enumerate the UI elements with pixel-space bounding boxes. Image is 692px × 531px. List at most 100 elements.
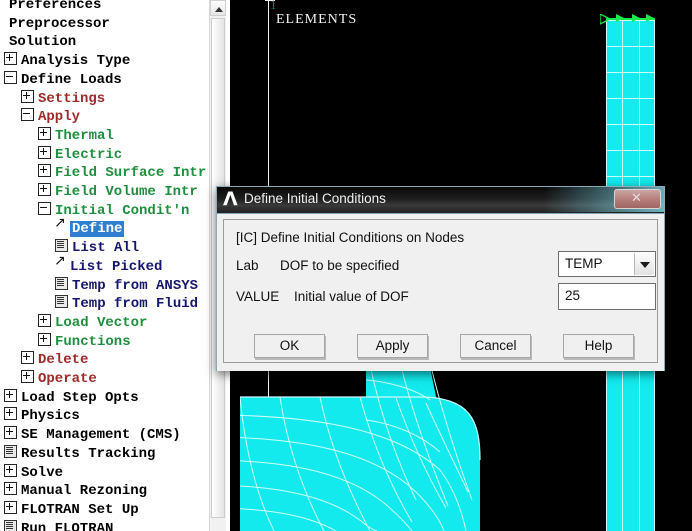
tree-item-analysis-type[interactable]: Analysis Type [4, 52, 130, 71]
tree-item-list-all[interactable]: List All [55, 239, 139, 258]
no-icon [0, 17, 5, 28]
list-dialog-icon [55, 277, 68, 290]
tree-item-flotran-set-up[interactable]: FLOTRAN Set Up [4, 501, 139, 520]
scroll-up-arrow-icon[interactable] [210, 0, 226, 16]
define-initial-conditions-dialog: Λ Define Initial Conditions [IC] Define … [216, 186, 665, 371]
tree-item-label: Electric [55, 147, 123, 163]
tree-item-field-surface-intr[interactable]: Field Surface Intr [38, 164, 206, 183]
tree-item-delete[interactable]: Delete [21, 351, 88, 370]
dialog-content-frame: [IC] Define Initial Conditions on Nodes … [223, 219, 658, 363]
tree-item-label: Load Step Opts [21, 390, 139, 406]
tree-list[interactable]: Preferences Preprocessor Solution Analysis … [0, 0, 208, 531]
expand-plus-icon[interactable] [38, 164, 51, 177]
ok-button[interactable]: OK [254, 334, 325, 358]
collapse-minus-icon[interactable] [38, 202, 51, 215]
list-dialog-icon [4, 445, 17, 458]
tree-item-electric[interactable]: Electric [38, 146, 122, 165]
tree-item-run-flotran[interactable]: Run FLOTRAN [4, 520, 113, 531]
expand-plus-icon[interactable] [38, 146, 51, 159]
lab-description-label: DOF to be specified [280, 258, 400, 273]
tree-item-temp-from-fluid[interactable]: Temp from Fluid [55, 295, 198, 314]
tree-item-label: Field Surface Intr [55, 165, 207, 181]
dof-select[interactable]: TEMP [558, 251, 656, 277]
expand-plus-icon[interactable] [4, 464, 17, 477]
tree-item-preprocessor[interactable]: Preprocessor [0, 15, 110, 34]
tree-item-define[interactable]: Define [54, 214, 125, 239]
expand-plus-icon[interactable] [4, 407, 17, 420]
close-icon[interactable] [614, 189, 661, 209]
initial-value-text: 25 [565, 288, 581, 303]
expand-plus-icon[interactable] [38, 314, 51, 327]
value-key-label: VALUE [236, 289, 280, 304]
value-description-label: Initial value of DOF [294, 289, 409, 304]
initial-value-input[interactable]: 25 [558, 283, 656, 310]
list-dialog-icon [55, 239, 68, 252]
tree-item-define-loads[interactable]: Define Loads [4, 71, 122, 90]
dialog-heading: [IC] Define Initial Conditions on Nodes [236, 230, 465, 245]
collapse-minus-icon[interactable] [21, 108, 34, 121]
tree-item-label: Manual Rezoning [21, 483, 148, 499]
picker-arrow-icon [54, 252, 66, 271]
tree-item-label: FLOTRAN Set Up [21, 502, 139, 518]
cancel-button[interactable]: Cancel [460, 334, 531, 358]
help-button[interactable]: Help [563, 334, 634, 358]
tree-item-label: Results Tracking [21, 446, 156, 462]
tree-item-manual-rezoning[interactable]: Manual Rezoning [4, 482, 147, 501]
tree-item-physics[interactable]: Physics [4, 407, 80, 426]
tree-item-results-tracking[interactable]: Results Tracking [4, 445, 155, 464]
tree-item-label: Load Vector [55, 315, 148, 331]
tree-item-list-picked[interactable]: List Picked [54, 252, 163, 277]
tree-item-label: List Picked [70, 259, 163, 275]
tree-item-field-volume-intr[interactable]: Field Volume Intr [38, 183, 198, 202]
expand-plus-icon[interactable] [4, 52, 17, 65]
collapse-minus-icon[interactable] [4, 71, 17, 84]
tree-item-label: SE Management (CMS) [21, 427, 181, 443]
list-dialog-icon [55, 295, 68, 308]
dof-select-value: TEMP [565, 256, 603, 271]
expand-plus-icon[interactable] [38, 183, 51, 196]
tree-item-load-vector[interactable]: Load Vector [38, 314, 147, 333]
expand-plus-icon[interactable] [21, 370, 34, 383]
tree-item-settings[interactable]: Settings [21, 90, 105, 109]
apply-button[interactable]: Apply [357, 334, 428, 358]
tree-item-label: Temp from Fluid [72, 296, 199, 312]
tree-item-label: List All [72, 240, 140, 256]
tree-item-label: Preprocessor [9, 16, 110, 32]
expand-plus-icon[interactable] [4, 426, 17, 439]
tree-item-functions[interactable]: Functions [38, 333, 131, 352]
dialog-body: [IC] Define Initial Conditions on Nodes … [217, 214, 664, 371]
tree-item-thermal[interactable]: Thermal [38, 127, 114, 146]
tree-item-solution[interactable]: Solution [0, 33, 76, 52]
chevron-down-icon[interactable] [634, 253, 654, 275]
tree-item-label: Define [70, 221, 125, 237]
tree-item-label: Preferences [9, 0, 102, 13]
tree-item-temp-from-ansys[interactable]: Temp from ANSYS [55, 277, 198, 296]
expand-plus-icon[interactable] [21, 351, 34, 364]
tree-item-label: Field Volume Intr [55, 184, 198, 200]
tree-item-apply[interactable]: Apply [21, 108, 80, 127]
expand-plus-icon[interactable] [4, 389, 17, 402]
tree-item-label: Analysis Type [21, 53, 131, 69]
tree-item-se-management-cms[interactable]: SE Management (CMS) [4, 426, 181, 445]
tree-item-operate[interactable]: Operate [21, 370, 97, 389]
tree-item-label: Operate [38, 371, 97, 387]
tree-item-label: Define Loads [21, 72, 122, 88]
expand-plus-icon[interactable] [4, 501, 17, 514]
ansys-lambda-icon: Λ [223, 188, 238, 210]
tree-item-solve[interactable]: Solve [4, 464, 63, 483]
dialog-title-bar[interactable]: Λ Define Initial Conditions [217, 187, 664, 214]
expand-plus-icon[interactable] [4, 482, 17, 495]
no-icon [0, 0, 5, 9]
tree-item-label: Solve [21, 465, 64, 481]
picker-arrow-icon [54, 214, 66, 233]
expand-plus-icon[interactable] [38, 127, 51, 140]
tree-item-label: Solution [9, 34, 77, 50]
tree-item-label: Run FLOTRAN [21, 521, 114, 531]
tree-item-load-step-opts[interactable]: Load Step Opts [4, 389, 139, 408]
tree-item-label: Delete [38, 352, 89, 368]
expand-plus-icon[interactable] [38, 333, 51, 346]
ansys-application-window: 1 ELEMENTS CAEnet PreferencesPreprocesso… [0, 0, 692, 531]
list-dialog-icon [4, 520, 17, 531]
expand-plus-icon[interactable] [21, 90, 34, 103]
tree-item-preferences[interactable]: Preferences [0, 0, 101, 15]
